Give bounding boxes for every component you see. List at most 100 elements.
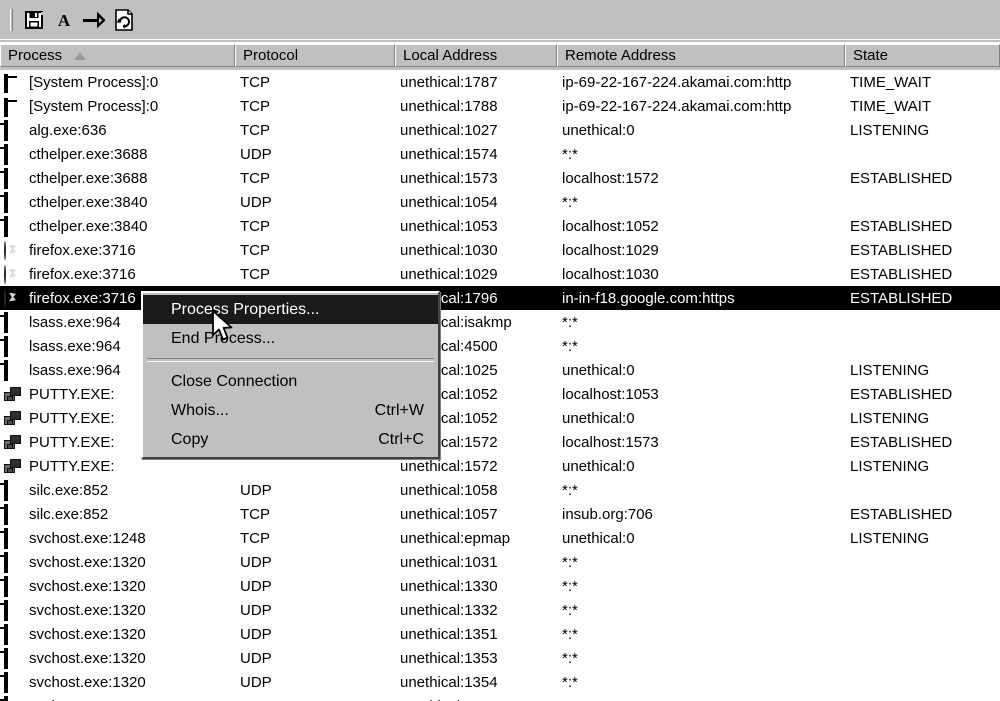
column-header-state-label: State [853, 47, 889, 64]
firefox-icon [4, 240, 23, 260]
window-icon [4, 119, 23, 141]
context-menu-item[interactable]: Process Properties... [143, 295, 438, 324]
table-row[interactable]: svchost.exe:1320 UDP unethical:1330 *:* [0, 574, 1000, 598]
toolbar: A [0, 0, 1000, 42]
cell-protocol: UDP [240, 145, 272, 163]
cell-process: svchost.exe:1320 [0, 550, 235, 574]
table-row[interactable]: [System Process]:0 TCP unethical:1787 ip-69… [0, 70, 1000, 94]
window-icon [4, 527, 23, 549]
cell-state: ESTABLISHED [850, 433, 953, 451]
column-header-protocol[interactable]: Protocol [235, 44, 395, 67]
cell-state: ESTABLISHED [850, 385, 953, 403]
process-name: lsass.exe:964 [29, 313, 121, 331]
cell-local-address: unethical:1058 [400, 481, 498, 499]
cell-state [850, 622, 1000, 646]
cell-protocol: UDP [240, 625, 272, 643]
window-icon [4, 359, 23, 381]
cell-protocol: TCP [240, 97, 270, 115]
cell-process: cthelper.exe:3688 [0, 166, 235, 190]
cell-state: LISTENING [850, 457, 930, 475]
firefox-icon [4, 288, 23, 308]
cell-state [850, 550, 1000, 574]
cell-local-address: unethical:1057 [400, 505, 498, 523]
table-row[interactable]: svchost.exe:1320 UDP unethical:1332 *:* [0, 598, 1000, 622]
toolbar-drag-handle[interactable] [10, 9, 13, 31]
cell-protocol: TCP [240, 121, 270, 139]
cell-local-address: unethical:1054 [400, 193, 498, 211]
process-name: PUTTY.EXE: [29, 433, 115, 451]
cell-state: LISTENING [850, 121, 930, 139]
table-row[interactable]: svchost.exe:1320 UDP unethical:1351 *:* [0, 622, 1000, 646]
process-name: svchost.exe:1320 [29, 577, 146, 595]
context-menu[interactable]: Process Properties... End Process... Close… [141, 291, 440, 459]
cell-process: svchost.exe:1320 [0, 694, 235, 701]
table-row[interactable]: svchost.exe:1320 UDP unethical:1353 *:* [0, 646, 1000, 670]
table-row[interactable]: firefox.exe:3716 TCP unethical:1029 localho… [0, 262, 1000, 286]
window-icon [4, 143, 23, 165]
cell-state [850, 574, 1000, 598]
table-row[interactable]: cthelper.exe:3688 TCP unethical:1573 localh… [0, 166, 1000, 190]
context-menu-item[interactable]: Whois... Ctrl+W [143, 396, 438, 425]
window-icon [4, 551, 23, 573]
process-name: firefox.exe:3716 [29, 265, 136, 283]
table-row[interactable]: cthelper.exe:3688 UDP unethical:1574 *:* [0, 142, 1000, 166]
menu-item-label: Whois... [171, 401, 229, 419]
cell-protocol: TCP [240, 505, 270, 523]
cell-process: svchost.exe:1320 [0, 622, 235, 646]
table-row[interactable]: svchost.exe:1248 TCP unethical:epmap unethi… [0, 526, 1000, 550]
cell-remote-address: unethical:0 [562, 409, 635, 427]
process-name: cthelper.exe:3688 [29, 169, 148, 187]
cell-remote-address: *:* [562, 337, 578, 355]
table-row[interactable]: [System Process]:0 TCP unethical:1788 ip-69… [0, 94, 1000, 118]
cell-process: svchost.exe:1320 [0, 646, 235, 670]
putty-icon [4, 458, 23, 475]
context-menu-item[interactable]: Copy Ctrl+C [143, 425, 438, 454]
column-header-local-address[interactable]: Local Address [395, 44, 557, 67]
column-header-process[interactable]: Process [0, 44, 235, 67]
process-name: svchost.exe:1320 [29, 553, 146, 571]
window-icon [4, 167, 23, 189]
cell-remote-address: *:* [562, 481, 578, 499]
cell-process: svchost.exe:1320 [0, 598, 235, 622]
table-row[interactable]: svchost.exe:1320 UDP unethical:1031 *:* [0, 550, 1000, 574]
cell-local-address: unethical:1031 [400, 553, 498, 571]
save-icon[interactable] [19, 6, 49, 34]
window-icon [4, 695, 23, 701]
cell-state [850, 694, 1000, 701]
cell-state: LISTENING [850, 529, 930, 547]
table-row[interactable]: alg.exe:636 TCP unethical:1027 unethical:0 L… [0, 118, 1000, 142]
context-menu-item[interactable]: Close Connection [143, 367, 438, 396]
toolbar-separator [0, 39, 1000, 42]
refresh-icon[interactable] [109, 6, 139, 34]
table-row[interactable]: silc.exe:852 TCP unethical:1057 insub.org:7… [0, 502, 1000, 526]
cell-protocol: TCP [240, 217, 270, 235]
cell-process: svchost.exe:1320 [0, 574, 235, 598]
context-menu-item[interactable]: End Process... [143, 324, 438, 353]
cell-state: ESTABLISHED [850, 289, 953, 307]
table-row[interactable]: firefox.exe:3716 TCP unethical:1030 localho… [0, 238, 1000, 262]
cell-protocol: TCP [240, 73, 270, 91]
table-row[interactable]: svchost.exe:1320 UDP unethical:1354 *:* [0, 670, 1000, 694]
window-icon [4, 623, 23, 645]
cell-protocol: UDP [240, 553, 272, 571]
cell-remote-address: *:* [562, 694, 845, 701]
process-name: PUTTY.EXE: [29, 385, 115, 403]
column-header-state[interactable]: State [845, 44, 1000, 67]
cell-local-address: unethical:1354 [400, 673, 498, 691]
menu-item-shortcut: Ctrl+W [374, 401, 424, 419]
cell-remote-address: localhost:1053 [562, 385, 659, 403]
table-row[interactable]: cthelper.exe:3840 UDP unethical:1054 *:* [0, 190, 1000, 214]
table-row[interactable]: svchost.exe:1320 UDP unethical:1068 *:* [0, 694, 1000, 701]
table-row[interactable]: cthelper.exe:3840 TCP unethical:1053 localh… [0, 214, 1000, 238]
table-row[interactable]: silc.exe:852 UDP unethical:1058 *:* [0, 478, 1000, 502]
cell-remote-address: unethical:0 [562, 121, 635, 139]
connection-icon[interactable] [79, 6, 109, 34]
menu-item-label: Copy [171, 430, 209, 448]
cell-state [850, 310, 1000, 334]
process-name: svchost.exe:1320 [29, 601, 146, 619]
cell-process: firefox.exe:3716 [0, 238, 235, 262]
cell-protocol: TCP [240, 241, 270, 259]
cell-local-address: unethical:1351 [400, 625, 498, 643]
column-header-remote-address[interactable]: Remote Address [557, 44, 845, 67]
font-icon[interactable]: A [49, 6, 79, 34]
